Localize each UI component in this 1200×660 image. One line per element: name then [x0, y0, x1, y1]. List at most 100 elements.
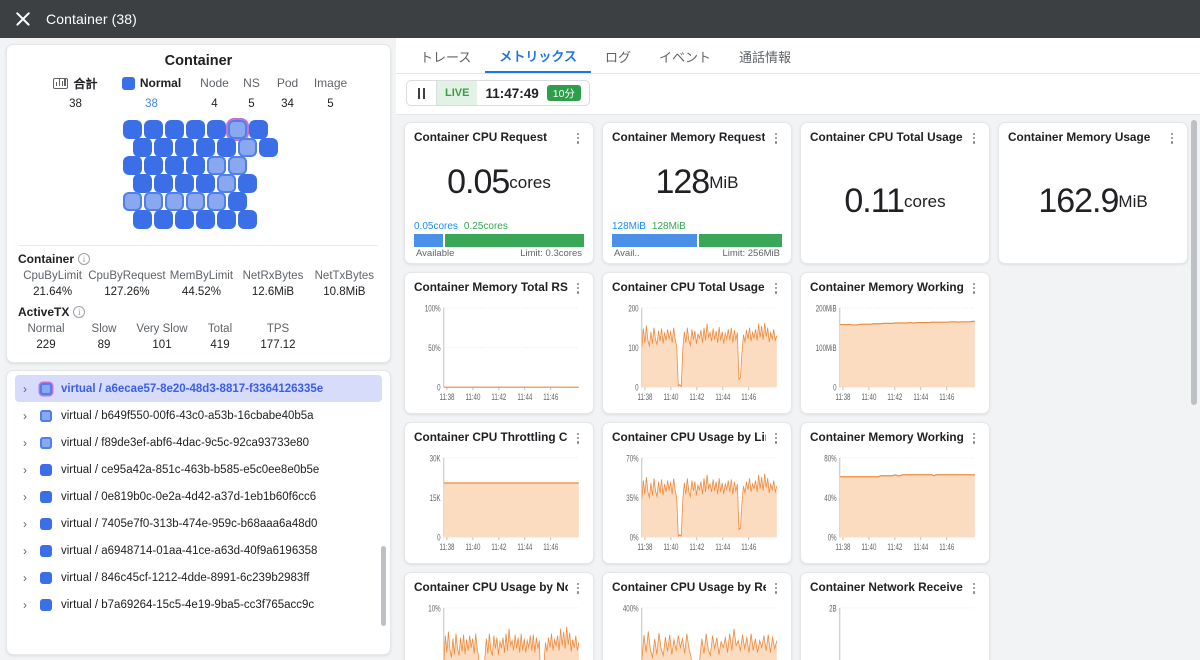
more-options-icon[interactable] [572, 130, 584, 144]
chevron-right-icon[interactable]: › [23, 544, 31, 558]
tab-3[interactable]: イベント [645, 39, 725, 73]
chevron-right-icon[interactable]: › [23, 490, 31, 504]
chevron-right-icon[interactable]: › [23, 409, 31, 423]
node-cell[interactable] [132, 174, 152, 193]
more-options-icon[interactable] [770, 580, 782, 594]
node-cell[interactable] [227, 192, 247, 211]
more-options-icon[interactable] [968, 430, 980, 444]
info-icon[interactable]: i [73, 306, 86, 318]
more-options-icon[interactable] [968, 580, 980, 594]
more-options-icon[interactable] [770, 280, 782, 294]
list-item[interactable]: › virtual / ce95a42a-851c-463b-b585-e5c0e… [7, 456, 390, 483]
node-cell[interactable] [206, 156, 226, 175]
more-options-icon[interactable] [968, 280, 980, 294]
list-item[interactable]: › virtual / f89de3ef-abf6-4dac-9c5c-92ca9… [7, 429, 390, 456]
node-cell[interactable] [185, 120, 205, 139]
node-cell[interactable] [174, 174, 194, 193]
more-options-icon[interactable] [572, 280, 584, 294]
chart-plot-area[interactable]: 5%10% [414, 598, 584, 660]
chart-plot-area[interactable]: 0 15K 30K 11:38 11:40 11:42 11:44 11:46 [414, 448, 584, 559]
node-cell[interactable] [164, 120, 184, 139]
tab-1[interactable]: メトリックス [485, 39, 591, 73]
node-cell[interactable] [164, 156, 184, 175]
chevron-right-icon[interactable]: › [23, 463, 31, 477]
chart-plot-area[interactable]: 200%400% [612, 598, 782, 660]
chevron-right-icon[interactable]: › [23, 382, 31, 396]
tab-bar[interactable]: トレース メトリックス ログ イベント 通話情報 [396, 38, 1200, 74]
node-cell[interactable] [258, 138, 278, 157]
node-cell[interactable] [195, 174, 215, 193]
list-item[interactable]: › virtual / a6ecae57-8e20-48d3-8817-f3364… [15, 375, 382, 402]
node-cell[interactable] [237, 210, 257, 229]
chart-plot-area[interactable]: 0% 40% 80% 11:38 11:40 11:42 11:44 11:46 [810, 448, 980, 559]
node-cell[interactable] [153, 174, 173, 193]
info-icon[interactable]: i [78, 253, 91, 265]
chart-plot-area[interactable]: 0 50% 100% 11:38 11:40 11:42 11:44 11:46 [414, 298, 584, 409]
chart-plot-area[interactable]: 0 100MiB 200MiB 11:38 11:40 11:42 11:44 11:46 [810, 298, 980, 409]
pause-icon[interactable] [407, 81, 437, 105]
svg-text:11:38: 11:38 [637, 542, 652, 553]
summary-legend: 合計 38 Normal 38 Node 4 NS 5 Pod 34 Image… [17, 74, 380, 110]
list-item[interactable]: › virtual / 7405e7f0-313b-474e-959c-b68aa… [7, 510, 390, 537]
more-options-icon[interactable] [572, 430, 584, 444]
node-cell[interactable] [143, 120, 163, 139]
list-item[interactable]: › virtual / 0e819b0c-0e2a-4d42-a37d-1eb1b… [7, 483, 390, 510]
live-control[interactable]: LIVE 11:47:49 10分 [406, 80, 590, 106]
chart-panel: Container CPU Usage by Node (%) 5%10% [404, 572, 594, 660]
node-cell[interactable] [216, 174, 236, 193]
node-cell[interactable] [237, 138, 257, 157]
node-cell[interactable] [185, 156, 205, 175]
list-item[interactable]: › virtual / b649f550-00f6-43c0-a53b-16cba… [7, 402, 390, 429]
chevron-right-icon[interactable]: › [23, 436, 31, 450]
container-list-scrollbar[interactable] [381, 546, 386, 626]
chart-plot-area[interactable]: 1B2B [810, 598, 980, 660]
node-cell[interactable] [227, 156, 247, 175]
more-options-icon[interactable] [770, 130, 782, 144]
node-cell[interactable] [164, 192, 184, 211]
node-cell[interactable] [237, 174, 257, 193]
time-range-button[interactable]: 10分 [546, 85, 581, 101]
close-icon[interactable] [14, 10, 32, 28]
node-grid[interactable] [122, 120, 278, 232]
more-options-icon[interactable] [572, 580, 584, 594]
node-cell[interactable] [185, 192, 205, 211]
list-item[interactable]: › virtual / b7a69264-15c5-4e19-9ba5-cc3f7… [7, 591, 390, 618]
chevron-right-icon[interactable]: › [23, 598, 31, 612]
list-item[interactable]: › virtual / 846c45cf-1212-4dde-8991-6c239… [7, 564, 390, 591]
more-options-icon[interactable] [1166, 130, 1178, 144]
gauge-used-bar [612, 234, 697, 247]
chart-plot-area[interactable]: 0% 35% 70% 11:38 11:40 11:42 11:44 11:46 [612, 448, 782, 559]
node-cell[interactable] [122, 120, 142, 139]
node-cell[interactable] [206, 192, 226, 211]
node-cell[interactable] [216, 210, 236, 229]
dashboard-scrollbar[interactable] [1191, 120, 1197, 405]
node-cell[interactable] [216, 138, 236, 157]
node-cell[interactable] [122, 192, 142, 211]
node-cell[interactable] [174, 138, 194, 157]
node-cell[interactable] [132, 210, 152, 229]
chart-plot-area[interactable]: 0 100 200 11:38 11:40 11:42 11:44 11:46 [612, 298, 782, 409]
stat-value: 162.9 [1038, 182, 1119, 220]
tab-4[interactable]: 通話情報 [725, 39, 805, 73]
tab-0[interactable]: トレース [406, 39, 485, 73]
node-cell[interactable] [248, 120, 268, 139]
node-cell[interactable] [206, 120, 226, 139]
node-cell[interactable] [153, 210, 173, 229]
chevron-right-icon[interactable]: › [23, 571, 31, 585]
more-options-icon[interactable] [770, 430, 782, 444]
tab-2[interactable]: ログ [591, 39, 645, 73]
chevron-right-icon[interactable]: › [23, 517, 31, 531]
node-cell[interactable] [122, 156, 142, 175]
list-item[interactable]: › virtual / a6948714-01aa-41ce-a63d-40f9a… [7, 537, 390, 564]
node-cell[interactable] [174, 210, 194, 229]
svg-text:11:46: 11:46 [939, 392, 954, 403]
node-cell[interactable] [195, 138, 215, 157]
node-cell[interactable] [143, 192, 163, 211]
node-cell[interactable] [143, 156, 163, 175]
more-options-icon[interactable] [968, 130, 980, 144]
node-cell[interactable] [132, 138, 152, 157]
node-cell[interactable] [153, 138, 173, 157]
container-list[interactable]: › virtual / a6ecae57-8e20-48d3-8817-f3364… [7, 375, 390, 654]
node-cell[interactable] [195, 210, 215, 229]
node-cell[interactable] [227, 120, 247, 139]
